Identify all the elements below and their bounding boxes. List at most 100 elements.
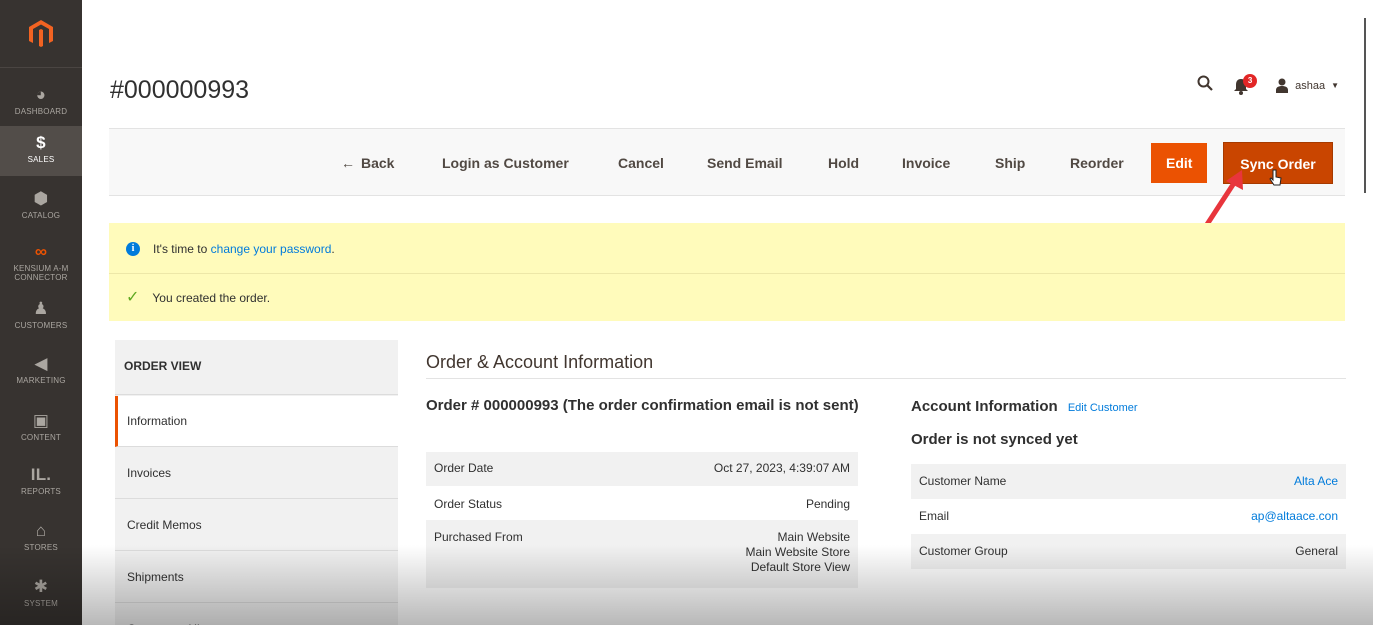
purchased-website: Main Website	[777, 530, 850, 544]
sidebar-item-kensium-connector[interactable]: ∞ KENSIUM A-M CONNECTOR	[0, 242, 82, 283]
account-information-heading: Account Information Edit Customer	[911, 398, 1138, 415]
order-heading: Order # 000000993 (The order confirmatio…	[426, 397, 859, 414]
sidebar-item-reports[interactable]: ıl. REPORTS	[0, 465, 82, 497]
table-row: Order Date Oct 27, 2023, 4:39:07 AM	[426, 452, 858, 486]
sidebar-item-label: MARKETING	[16, 376, 66, 385]
order-created-message: ✓ You created the order.	[126, 289, 271, 306]
sidebar-item-label: STORES	[24, 543, 58, 552]
bar-chart-icon: ıl.	[30, 465, 52, 484]
layout-icon: ▣	[32, 411, 50, 430]
sidebar-item-label: SALES	[27, 155, 55, 164]
account-heading-text: Account Information	[911, 398, 1058, 415]
sidebar-item-label: REPORTS	[21, 487, 61, 496]
login-as-customer-button[interactable]: Login as Customer	[432, 145, 579, 181]
sidebar-item-system[interactable]: ✱ SYSTEM	[0, 577, 82, 609]
edit-customer-link[interactable]: Edit Customer	[1068, 402, 1138, 414]
page-actions-toolbar: ← Back Login as Customer Cancel Send Emai…	[109, 128, 1345, 196]
customer-group-label: Customer Group	[911, 534, 1131, 569]
system-messages: i It's time to change your password. ✓ Y…	[109, 223, 1345, 321]
password-message-suffix: .	[331, 242, 335, 256]
arrow-left-icon: ←	[341, 155, 355, 171]
purchased-from-value: Main Website Main Website Store Default …	[602, 520, 858, 588]
purchased-store-view: Default Store View	[750, 560, 850, 574]
page-title: #000000993	[110, 76, 250, 104]
customer-name-link[interactable]: Alta Ace	[1294, 474, 1338, 488]
email-value: ap@altaace.con	[1130, 499, 1346, 534]
purchased-store: Main Website Store	[745, 545, 851, 559]
sidebar-item-marketing[interactable]: ◀ MARKETING	[0, 354, 82, 386]
customer-name-label: Customer Name	[911, 464, 1131, 499]
tab-credit-memos[interactable]: Credit Memos	[115, 500, 398, 551]
message-divider	[109, 273, 1345, 274]
table-row: Customer Name Alta Ace	[911, 464, 1346, 499]
password-message-text: It's time to change your password.	[153, 242, 335, 256]
customer-name-value: Alta Ace	[1130, 464, 1346, 499]
order-view-nav: ORDER VIEW Information Invoices Credit M…	[115, 340, 398, 625]
order-created-text: You created the order.	[152, 291, 271, 305]
connector-icon: ∞	[34, 242, 48, 261]
sidebar-item-label: CONTENT	[20, 433, 62, 442]
megaphone-icon: ◀	[34, 354, 48, 373]
account-info-table: Customer Name Alta Ace Email ap@altaace.…	[911, 464, 1346, 569]
header-actions: 3 ashaa ▼	[1197, 73, 1339, 96]
change-password-link[interactable]: change your password	[211, 242, 332, 256]
notifications-bell[interactable]: 3	[1233, 73, 1258, 96]
sidebar-item-dashboard[interactable]: ◕ DASHBOARD	[0, 85, 82, 117]
sidebar-item-sales[interactable]: $ SALES	[0, 126, 82, 176]
user-icon	[1276, 78, 1289, 93]
sidebar-item-label: SYSTEM	[23, 599, 59, 608]
email-link[interactable]: ap@altaace.con	[1251, 509, 1338, 523]
person-icon: ♟	[33, 299, 49, 318]
tab-information[interactable]: Information	[115, 396, 398, 447]
back-button[interactable]: ← Back	[331, 145, 404, 181]
customer-group-value: General	[1130, 534, 1346, 569]
purchased-from-label: Purchased From	[426, 520, 603, 588]
order-view-title: ORDER VIEW	[115, 340, 398, 395]
admin-sidebar: ◕ DASHBOARD $ SALES ⬢ CATALOG ∞ KENSIUM …	[0, 0, 82, 625]
sidebar-item-label: KENSIUM A-M CONNECTOR	[13, 264, 69, 282]
order-status-value: Pending	[805, 497, 850, 511]
user-menu[interactable]: ashaa ▼	[1275, 78, 1339, 93]
gear-icon: ✱	[33, 577, 49, 596]
sidebar-item-customers[interactable]: ♟ CUSTOMERS	[0, 299, 82, 331]
magento-logo-icon	[29, 19, 53, 47]
sidebar-item-catalog[interactable]: ⬢ CATALOG	[0, 189, 82, 221]
sidebar-item-content[interactable]: ▣ CONTENT	[0, 411, 82, 443]
tab-comments-history[interactable]: Comments History	[115, 604, 398, 625]
sidebar-item-label: DASHBOARD	[14, 107, 68, 116]
invoice-button[interactable]: Invoice	[892, 145, 960, 181]
dashboard-icon: ◕	[35, 85, 47, 104]
box-icon: ⬢	[33, 189, 49, 208]
sidebar-item-label: CATALOG	[21, 211, 61, 220]
store-icon: ⌂	[35, 521, 47, 540]
sidebar-item-stores[interactable]: ⌂ STORES	[0, 521, 82, 553]
cancel-button[interactable]: Cancel	[608, 145, 674, 181]
order-info-table: Order Date Oct 27, 2023, 4:39:07 AM Orde…	[426, 452, 858, 588]
mouse-pointer-icon	[1269, 169, 1282, 186]
caret-down-icon: ▼	[1331, 81, 1339, 90]
info-icon: i	[126, 242, 140, 256]
search-icon[interactable]	[1197, 75, 1213, 96]
ship-button[interactable]: Ship	[985, 145, 1035, 181]
table-row: Purchased From Main Website Main Website…	[426, 520, 858, 588]
checkmark-icon: ✓	[126, 289, 140, 306]
back-label: Back	[361, 155, 395, 171]
table-row: Email ap@altaace.con	[911, 499, 1346, 534]
section-title: Order & Account Information	[426, 352, 654, 372]
hold-button[interactable]: Hold	[818, 145, 869, 181]
password-message: i It's time to change your password.	[126, 242, 335, 256]
tab-invoices[interactable]: Invoices	[115, 448, 398, 499]
window-scroll-edge	[1364, 18, 1366, 193]
dollar-icon: $	[36, 133, 46, 152]
order-date-label: Order Date	[426, 452, 603, 486]
username: ashaa	[1295, 79, 1326, 92]
send-email-button[interactable]: Send Email	[697, 145, 792, 181]
password-message-prefix: It's time to	[153, 242, 208, 256]
magento-logo[interactable]	[0, 0, 82, 68]
reorder-button[interactable]: Reorder	[1060, 145, 1134, 181]
sidebar-item-label: CUSTOMERS	[14, 321, 68, 330]
order-status-label: Order Status	[434, 497, 503, 511]
table-row: Order Status Pending	[426, 486, 858, 520]
email-label: Email	[919, 509, 950, 523]
tab-shipments[interactable]: Shipments	[115, 552, 398, 603]
